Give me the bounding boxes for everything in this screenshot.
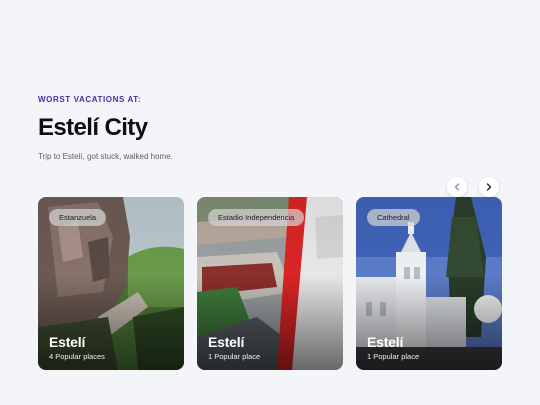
chevron-left-icon: [454, 183, 460, 191]
destination-carousel: Estanzuela Estelí 4 Popular places Estad…: [38, 197, 502, 370]
card-title: Estelí: [49, 334, 86, 350]
card-tag: Cathedral: [367, 209, 420, 226]
card-title: Estelí: [208, 334, 245, 350]
carousel-next-button[interactable]: [479, 177, 499, 197]
destination-card-estadio-independencia[interactable]: Estadio Independencia Estelí 1 Popular p…: [197, 197, 343, 370]
hero-section: WORST VACATIONS AT: Estelí City Trip to …: [38, 95, 508, 161]
card-subtitle: 1 Popular place: [367, 352, 420, 361]
destination-card-cathedral[interactable]: Cathedral Estelí 1 Popular place: [356, 197, 502, 370]
carousel-nav: [447, 177, 499, 197]
page-subtitle: Trip to Estelí, got stuck, walked home.: [38, 152, 173, 161]
card-subtitle: 1 Popular place: [208, 352, 261, 361]
card-tag: Estanzuela: [49, 209, 107, 226]
card-title: Estelí: [367, 334, 404, 350]
chevron-right-icon: [486, 183, 492, 191]
carousel-prev-button[interactable]: [447, 177, 467, 197]
card-subtitle: 4 Popular places: [49, 352, 105, 361]
section-eyebrow: WORST VACATIONS AT:: [38, 95, 142, 104]
page-title: Estelí City: [38, 114, 148, 141]
destination-card-estanzuela[interactable]: Estanzuela Estelí 4 Popular places: [38, 197, 184, 370]
card-tag: Estadio Independencia: [208, 209, 305, 226]
